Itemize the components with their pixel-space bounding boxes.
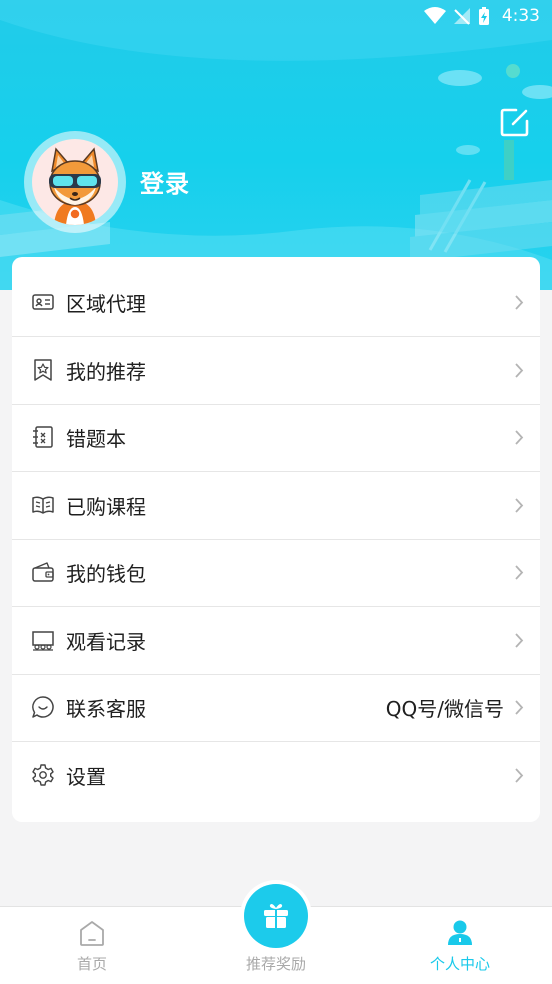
- chevron-right-icon: [515, 363, 524, 378]
- chevron-right-icon: [515, 768, 524, 783]
- user-icon: [448, 920, 472, 945]
- tab-rewards-label: 推荐奖励: [245, 955, 306, 973]
- chevron-right-icon: [515, 700, 524, 715]
- tab-home-label: 首页: [76, 955, 107, 973]
- menu-item-regional-agent[interactable]: 区域代理: [12, 269, 540, 336]
- tab-profile[interactable]: 个人中心: [368, 907, 552, 984]
- profile-header: 4:33 登录: [0, 0, 552, 290]
- edit-profile-icon[interactable]: [499, 106, 531, 138]
- avatar-image: [32, 139, 118, 225]
- menu-item-purchased-courses[interactable]: 已购课程: [12, 472, 540, 539]
- menu-item-label: 设置: [66, 765, 106, 789]
- chevron-right-icon: [515, 498, 524, 513]
- id-card-icon: [32, 294, 54, 310]
- menu-item-label: 联系客服: [66, 697, 146, 721]
- contact-value: QQ号/微信号: [385, 697, 504, 721]
- chevron-right-icon: [515, 565, 524, 580]
- gift-icon: [264, 904, 288, 928]
- tab-profile-label: 个人中心: [429, 955, 490, 973]
- open-book-icon: [32, 496, 54, 514]
- chevron-right-icon: [515, 633, 524, 648]
- no-signal-icon: [453, 8, 470, 25]
- battery-charging-icon: [478, 7, 489, 25]
- rewards-button-circle: [244, 884, 308, 948]
- rewards-center-button[interactable]: [240, 880, 312, 952]
- chat-bubble-icon: [32, 696, 54, 718]
- shiba-avatar-icon: [49, 147, 101, 225]
- wifi-icon: [423, 7, 446, 24]
- menu-item-wrong-questions[interactable]: 错题本: [12, 404, 540, 471]
- chevron-right-icon: [515, 430, 524, 445]
- menu-item-wallet[interactable]: 我的钱包: [12, 539, 540, 606]
- notebook-x-icon: [33, 426, 53, 448]
- tab-home[interactable]: 首页: [0, 907, 184, 984]
- menu-item-watch-history[interactable]: 观看记录: [12, 607, 540, 674]
- chevron-right-icon: [515, 295, 524, 310]
- home-icon: [80, 921, 104, 946]
- wallet-icon: [32, 562, 54, 582]
- gear-icon: [32, 764, 54, 786]
- menu-item-my-referrals[interactable]: 我的推荐: [12, 337, 540, 404]
- status-bar: 4:33: [0, 0, 552, 32]
- menu-item-label: 区域代理: [66, 292, 146, 316]
- avatar[interactable]: [24, 131, 126, 233]
- menu-item-label: 我的钱包: [66, 562, 146, 586]
- status-time: 4:33: [501, 6, 540, 26]
- login-link[interactable]: 登录: [140, 164, 190, 199]
- theater-icon: [32, 631, 54, 651]
- menu-item-label: 已购课程: [66, 495, 146, 519]
- menu-card: 区域代理 我的推荐 错题本 已购课程 我的钱包 观看记录 联系客服 QQ号/微信…: [12, 257, 540, 822]
- menu-item-label: 观看记录: [66, 630, 146, 654]
- menu-item-customer-service[interactable]: 联系客服 QQ号/微信号: [12, 674, 540, 741]
- bookmark-star-icon: [34, 359, 52, 381]
- menu-item-label: 错题本: [66, 427, 126, 451]
- menu-item-label: 我的推荐: [66, 360, 146, 384]
- menu-item-settings[interactable]: 设置: [12, 742, 540, 809]
